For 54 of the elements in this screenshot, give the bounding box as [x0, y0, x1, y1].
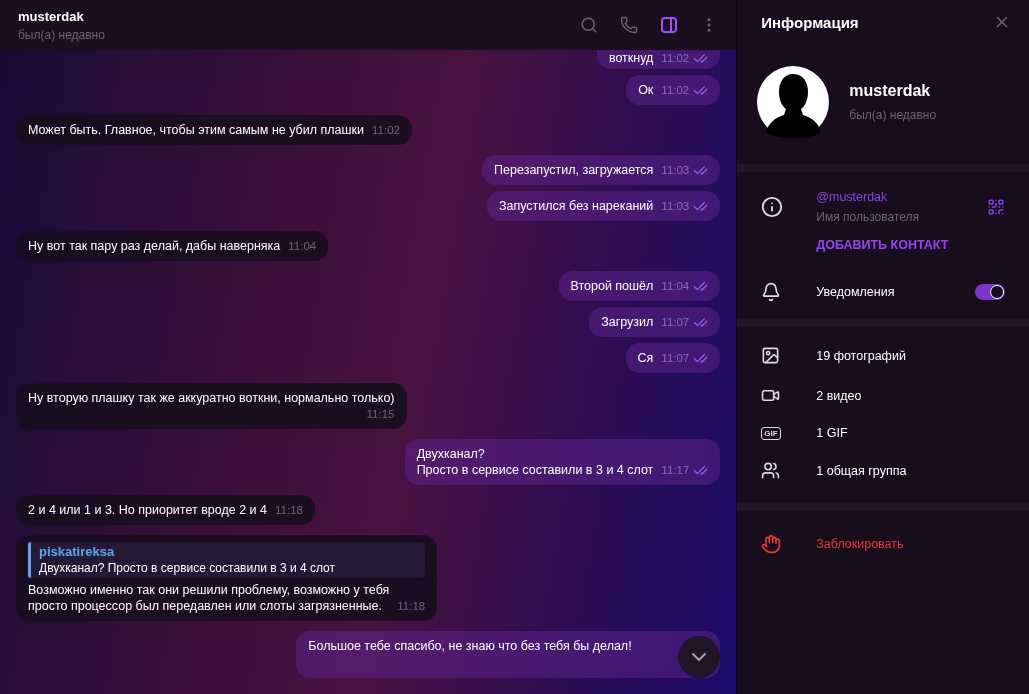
- add-contact-button[interactable]: ДОБАВИТЬ КОНТАКТ: [816, 238, 949, 252]
- media-item[interactable]: 1 GIF: [816, 426, 848, 440]
- side-panel-icon[interactable]: [660, 16, 679, 34]
- phone-icon[interactable]: [620, 16, 639, 34]
- message-time: 11:18: [275, 503, 303, 518]
- message-time: 11:02: [661, 50, 709, 66]
- quote-author: piskatireksa: [39, 544, 116, 560]
- message-text: Возможно именно так они решили проблему, возможно у тебя просто процессор был передавлен или слоты загрязненные.: [28, 582, 390, 614]
- panel-title: Информация: [761, 13, 859, 31]
- hand-icon: [761, 534, 782, 554]
- gif-icon: GIF: [761, 426, 781, 440]
- chat-title: musterdak: [18, 8, 85, 24]
- block-button[interactable]: Заблокировать: [816, 537, 904, 551]
- message-time: 11:04: [288, 239, 317, 254]
- message-time: 11:03: [661, 162, 709, 178]
- bell-icon: [761, 282, 782, 302]
- image-icon: [761, 346, 781, 365]
- message-text: Может быть. Главное, чтобы этим самым не убил плашки: [28, 122, 364, 138]
- notifications-label: Уведомления: [816, 285, 896, 299]
- message-text: Ну вот так пару раз делай, дабы наверняка: [28, 238, 281, 254]
- message-text: 2 и 4 или 1 и 3. Но приоритет вроде 2 и 4: [28, 502, 267, 518]
- message-text: Запустился без нареканий: [499, 198, 654, 214]
- notifications-toggle[interactable]: [975, 284, 1005, 300]
- chat-status: был(а) недавно: [18, 27, 106, 42]
- message-text: Ну вторую плашку так же аккуратно воткни, нормально только): [28, 390, 395, 406]
- message-time: 11:07: [661, 350, 709, 366]
- message-time: 11:07: [661, 314, 709, 330]
- message-time: 11:18: [397, 599, 426, 614]
- quote-text: Двухканал? Просто в сервисе составили в 3 и 4 слот: [39, 560, 336, 576]
- message-text: Загрузил: [601, 314, 654, 330]
- username-link[interactable]: @musterdak: [816, 190, 987, 204]
- message-text: Двухканал? Просто в сервисе составили в 3 и 4 слот: [416, 446, 654, 478]
- message-time: 11:17: [661, 462, 709, 478]
- media-item[interactable]: 19 фотографий: [816, 348, 906, 363]
- message-time: 11:02: [661, 82, 709, 98]
- message-text: Ся: [637, 350, 654, 366]
- message-text: Ок: [638, 82, 654, 98]
- qr-code-icon[interactable]: [987, 198, 1005, 216]
- message-time: 11:15: [366, 407, 395, 422]
- profile-status: был(а) недавно: [849, 108, 937, 122]
- message-text: воткнуд: [608, 50, 654, 66]
- message-time: 11:03: [661, 198, 709, 214]
- message-text: Большое тебе спасибо, не знаю что без тебя бы делал!: [308, 638, 632, 654]
- message-time: 11:04: [661, 278, 709, 294]
- message-text: Второй пошёл: [570, 278, 654, 294]
- people-icon: [761, 461, 781, 480]
- media-item[interactable]: 1 общая группа: [816, 463, 907, 478]
- info-icon: [761, 196, 784, 218]
- username-label: Имя пользователя: [816, 210, 920, 224]
- message-time: 11:02: [372, 123, 400, 138]
- search-icon[interactable]: [580, 16, 599, 34]
- media-item[interactable]: 2 видео: [816, 388, 862, 403]
- profile-name: musterdak: [849, 82, 932, 100]
- message-text: Перезапустил, загружается: [494, 162, 654, 178]
